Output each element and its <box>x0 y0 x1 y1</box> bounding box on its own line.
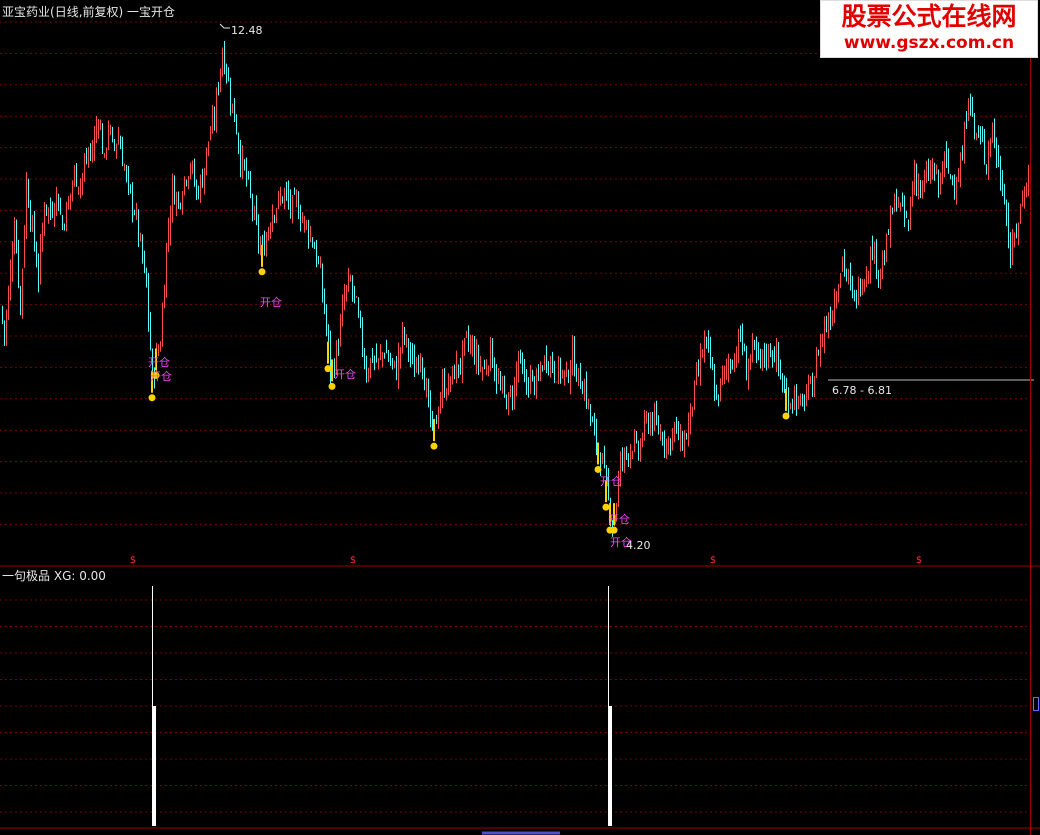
dividend-marker: $ <box>350 555 356 566</box>
right-edge-marker <box>1033 697 1039 711</box>
formula-name: 一宝开仓 <box>127 5 176 19</box>
signal-coin-icon <box>610 526 618 534</box>
chart-title: 亚宝药业(日线,前复权) 一宝开仓 <box>2 3 175 20</box>
buy-signal-markers: 开仓开仓开仓开仓开仓开仓开仓 <box>148 244 790 549</box>
signal-coin-icon <box>258 268 266 276</box>
signal-label: 开仓 <box>260 295 282 309</box>
indicator-value: XG: 0.00 <box>53 569 106 583</box>
min-price-label: 4.20 <box>626 539 651 552</box>
signal-coin-icon <box>148 394 156 402</box>
signal-label: 开仓 <box>150 369 172 383</box>
signal-label: 开仓 <box>334 367 356 381</box>
signal-coin-icon <box>594 465 602 473</box>
signal-coin-icon <box>782 412 790 420</box>
signal-label: 开仓 <box>608 512 630 526</box>
signal-coin-icon <box>602 503 610 511</box>
site-watermark: 股票公式在线网 www.gszx.com.cn <box>820 0 1038 58</box>
watermark-title: 股票公式在线网 <box>841 2 1017 31</box>
dividend-markers: $ $ $ $ <box>130 555 922 566</box>
stock-chart-canvas[interactable]: 开仓开仓开仓开仓开仓开仓开仓 $ $ $ $ 12.48 4.20 6.78 - 6.81 <box>0 0 1040 835</box>
cursor-price-label: 6.78 - 6.81 <box>832 384 892 397</box>
max-price-pointer <box>219 23 230 29</box>
price-labels: 12.48 4.20 6.78 - 6.81 <box>219 23 1034 552</box>
indicator-title: 一句极品 XG: 0.00 <box>2 567 106 584</box>
signal-coin-icon <box>324 365 332 373</box>
indicator-name: 一句极品 <box>2 569 51 583</box>
dividend-marker: $ <box>710 555 716 566</box>
signal-coin-icon <box>430 442 438 450</box>
signal-label: 开仓 <box>148 355 170 369</box>
signal-coin-icon <box>328 382 336 390</box>
dividend-marker: $ <box>130 555 136 566</box>
period-info: (日线,前复权) <box>50 5 124 19</box>
signal-label: 开仓 <box>600 474 622 488</box>
price-grid-lines <box>0 21 1030 525</box>
dividend-marker: $ <box>916 555 922 566</box>
max-price-label: 12.48 <box>231 24 263 37</box>
candlestick-series <box>2 41 1029 537</box>
watermark-url: www.gszx.com.cn <box>843 33 1015 53</box>
stock-name: 亚宝药业 <box>2 5 51 19</box>
